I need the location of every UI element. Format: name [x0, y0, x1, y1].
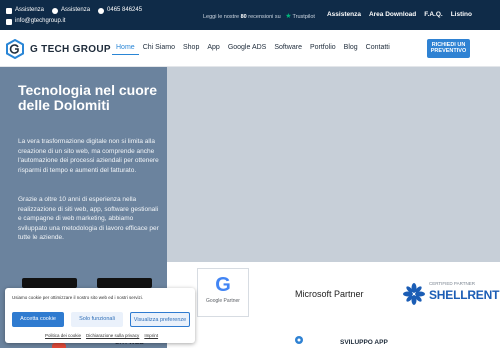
phone-number-link[interactable]: 0465 846245 [98, 5, 142, 16]
view-preferences-button[interactable]: Visualizza preferenze [130, 312, 190, 327]
call-icon [98, 7, 105, 14]
android-support-label: Assistenza [61, 7, 91, 13]
phone-support-link[interactable]: Assistenza [6, 5, 44, 16]
android-icon [52, 7, 59, 14]
web-service-icon [52, 343, 66, 348]
google-partner-badge[interactable]: G Google Partner [197, 268, 249, 317]
hero-title: Tecnologia nel cuore delle Dolomiti [18, 82, 157, 113]
google-logo-icon: G [215, 274, 231, 296]
logo-hexagon-icon [6, 39, 24, 59]
service-sviluppo-app[interactable]: SVILUPPO APP [340, 339, 388, 346]
brand-name: G TECH GROUP [30, 43, 111, 55]
reviews-prefix: Leggi le nostre [203, 14, 240, 20]
nav-software[interactable]: Software [270, 41, 306, 55]
phone-number: 0465 846245 [107, 7, 143, 13]
nav-portfolio[interactable]: Portfolio [306, 41, 340, 55]
nav-contatti[interactable]: Contatti [362, 41, 394, 55]
hero-paragraph-2: Grazie a oltre 10 anni di esperienza nel… [18, 196, 159, 241]
reviews-count: 80 [240, 14, 247, 20]
main-header: G TECH GROUP Home Chi Siamo Shop App Goo… [0, 30, 500, 67]
google-partner-label: Google Partner [206, 298, 240, 304]
top-link-area-download[interactable]: Area Download [369, 11, 416, 18]
brand-logo[interactable]: G TECH GROUP [5, 39, 111, 59]
shellrent-name: SHELLRENT [429, 288, 500, 302]
privacy-statement-link[interactable]: Dichiarazione sulla privacy [86, 333, 139, 338]
hero-image [167, 67, 500, 262]
top-links: Assistenza Area Download F.A.Q. Listino [327, 11, 472, 18]
email-address: info@gtechgroup.it [15, 18, 66, 24]
nav-chi-siamo[interactable]: Chi Siamo [139, 41, 179, 55]
trustpilot-reviews-link[interactable]: Leggi le nostre 80 recensioni su ★Trustp… [203, 12, 315, 20]
cookie-policy-link[interactable]: Politica dei cookie [45, 333, 81, 338]
phone-support-label: Assistenza [15, 7, 45, 13]
email-link[interactable]: info@gtechgroup.it [6, 16, 65, 27]
services-row: SITI WEB SVILUPPO APP [115, 330, 500, 348]
app-development-icon [295, 336, 303, 344]
main-nav: Home Chi Siamo Shop App Google ADS Softw… [112, 41, 394, 55]
nav-shop[interactable]: Shop [179, 41, 203, 55]
top-link-assistenza[interactable]: Assistenza [327, 11, 361, 18]
shellrent-star-icon [403, 283, 425, 305]
cookie-message: Usiamo cookie per ottimizzare il nostro … [12, 295, 144, 300]
request-quote-button[interactable]: RICHIEDI UN PREVENTIVO [427, 39, 470, 58]
trustpilot-star-icon: ★ [285, 13, 292, 20]
contact-info: Assistenza Assistenza 0465 846245 info@g… [6, 5, 142, 27]
top-bar: Assistenza Assistenza 0465 846245 info@g… [0, 0, 500, 30]
microsoft-partner-logo[interactable]: Microsoft Partner [295, 289, 364, 299]
trustpilot-label: Trustpilot [292, 14, 315, 20]
nav-app[interactable]: App [203, 41, 223, 55]
nav-home[interactable]: Home [112, 41, 139, 55]
imprint-link[interactable]: Imprint [144, 333, 158, 338]
mail-icon [6, 18, 12, 25]
android-support-link[interactable]: Assistenza [52, 5, 90, 16]
cookie-links: Politica dei cookie Dichiarazione sulla … [45, 333, 158, 338]
phone-icon [6, 7, 12, 14]
accept-cookies-button[interactable]: Accetta cookie [12, 312, 64, 327]
functional-cookies-button[interactable]: Solo funzionali [71, 312, 123, 327]
google-play-badge[interactable] [97, 278, 152, 288]
hero-paragraph-1: La vera trasformazione digitale non si l… [18, 138, 159, 174]
nav-blog[interactable]: Blog [340, 41, 362, 55]
cta-line-2: PREVENTIVO [430, 48, 467, 54]
app-store-badge[interactable] [22, 278, 77, 288]
partners-row: G Google Partner Microsoft Partner CERTI… [167, 262, 500, 330]
reviews-suffix: recensioni su [248, 14, 281, 20]
shellrent-cert-label: CERTIFIED PARTNER [429, 281, 476, 286]
top-link-faq[interactable]: F.A.Q. [424, 11, 442, 18]
cookie-banner: Usiamo cookie per ottimizzare il nostro … [5, 288, 195, 343]
top-link-listino[interactable]: Listino [451, 11, 472, 18]
nav-google-ads[interactable]: Google ADS [224, 41, 271, 55]
